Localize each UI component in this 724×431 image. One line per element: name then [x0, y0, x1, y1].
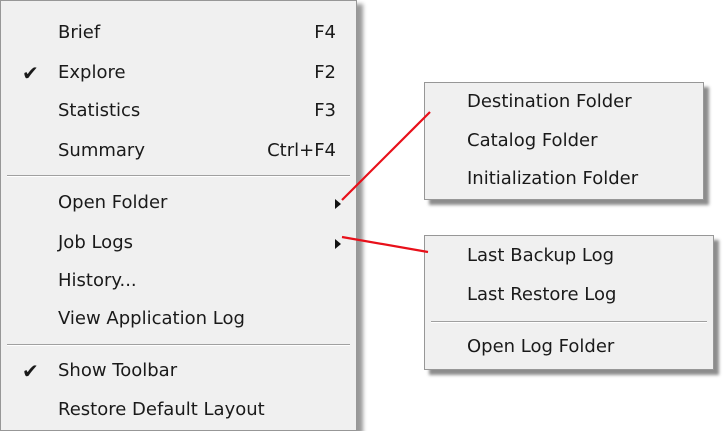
view-context-menu: Brief F4 ✔ Explore F2 Statistics F3 Summ…: [0, 0, 357, 431]
menu-item-shortcut: F4: [314, 22, 336, 43]
menu-item-label: Open Log Folder: [467, 336, 615, 357]
menu-item-label: Destination Folder: [467, 91, 632, 112]
menu-item-last-backup-log[interactable]: Last Backup Log: [425, 239, 713, 273]
menu-item-shortcut: F3: [314, 100, 336, 121]
menu-item-open-log-folder[interactable]: Open Log Folder: [425, 330, 713, 364]
menu-item-label: Last Restore Log: [467, 284, 617, 305]
menu-item-label: Explore: [58, 62, 126, 83]
menu-item-shortcut: F2: [314, 62, 336, 83]
menu-item-open-folder[interactable]: Open Folder: [1, 186, 356, 220]
menu-item-brief[interactable]: Brief F4: [1, 16, 356, 50]
menu-item-last-restore-log[interactable]: Last Restore Log: [425, 278, 713, 312]
menu-item-label: Open Folder: [58, 192, 168, 213]
menu-item-history[interactable]: History...: [1, 264, 356, 298]
open-folder-submenu: Destination Folder Catalog Folder Initia…: [424, 82, 704, 200]
menu-item-restore-default-layout[interactable]: Restore Default Layout: [1, 393, 356, 427]
menu-item-label: Job Logs: [58, 232, 133, 253]
menu-separator: [7, 175, 350, 177]
menu-item-label: Last Backup Log: [467, 245, 615, 266]
menu-item-label: Summary: [58, 140, 145, 161]
submenu-arrow-icon: [335, 199, 341, 209]
menu-separator: [7, 344, 350, 346]
menu-item-label: History...: [58, 270, 137, 291]
submenu-arrow-icon: [335, 239, 341, 249]
menu-item-label: View Application Log: [58, 308, 245, 329]
menu-item-label: Statistics: [58, 100, 141, 121]
job-logs-submenu: Last Backup Log Last Restore Log Open Lo…: [424, 235, 714, 370]
menu-item-statistics[interactable]: Statistics F3: [1, 94, 356, 128]
checkmark-icon: ✔: [22, 359, 39, 383]
menu-item-initialization-folder[interactable]: Initialization Folder: [425, 162, 703, 196]
menu-item-destination-folder[interactable]: Destination Folder: [425, 85, 703, 119]
menu-item-catalog-folder[interactable]: Catalog Folder: [425, 124, 703, 158]
menu-item-label: Initialization Folder: [467, 168, 639, 189]
menu-item-label: Catalog Folder: [467, 130, 598, 151]
menu-item-show-toolbar[interactable]: ✔ Show Toolbar: [1, 354, 356, 388]
menu-item-shortcut: Ctrl+F4: [267, 140, 336, 161]
menu-item-job-logs[interactable]: Job Logs: [1, 226, 356, 260]
menu-item-label: Brief: [58, 22, 101, 43]
checkmark-icon: ✔: [22, 61, 39, 85]
menu-item-explore[interactable]: ✔ Explore F2: [1, 56, 356, 90]
menu-item-label: Show Toolbar: [58, 360, 178, 381]
screenshot-stage: Brief F4 ✔ Explore F2 Statistics F3 Summ…: [0, 0, 724, 431]
menu-item-label: Restore Default Layout: [58, 399, 265, 420]
menu-separator: [431, 321, 707, 323]
menu-item-summary[interactable]: Summary Ctrl+F4: [1, 134, 356, 168]
menu-item-view-application-log[interactable]: View Application Log: [1, 302, 356, 336]
